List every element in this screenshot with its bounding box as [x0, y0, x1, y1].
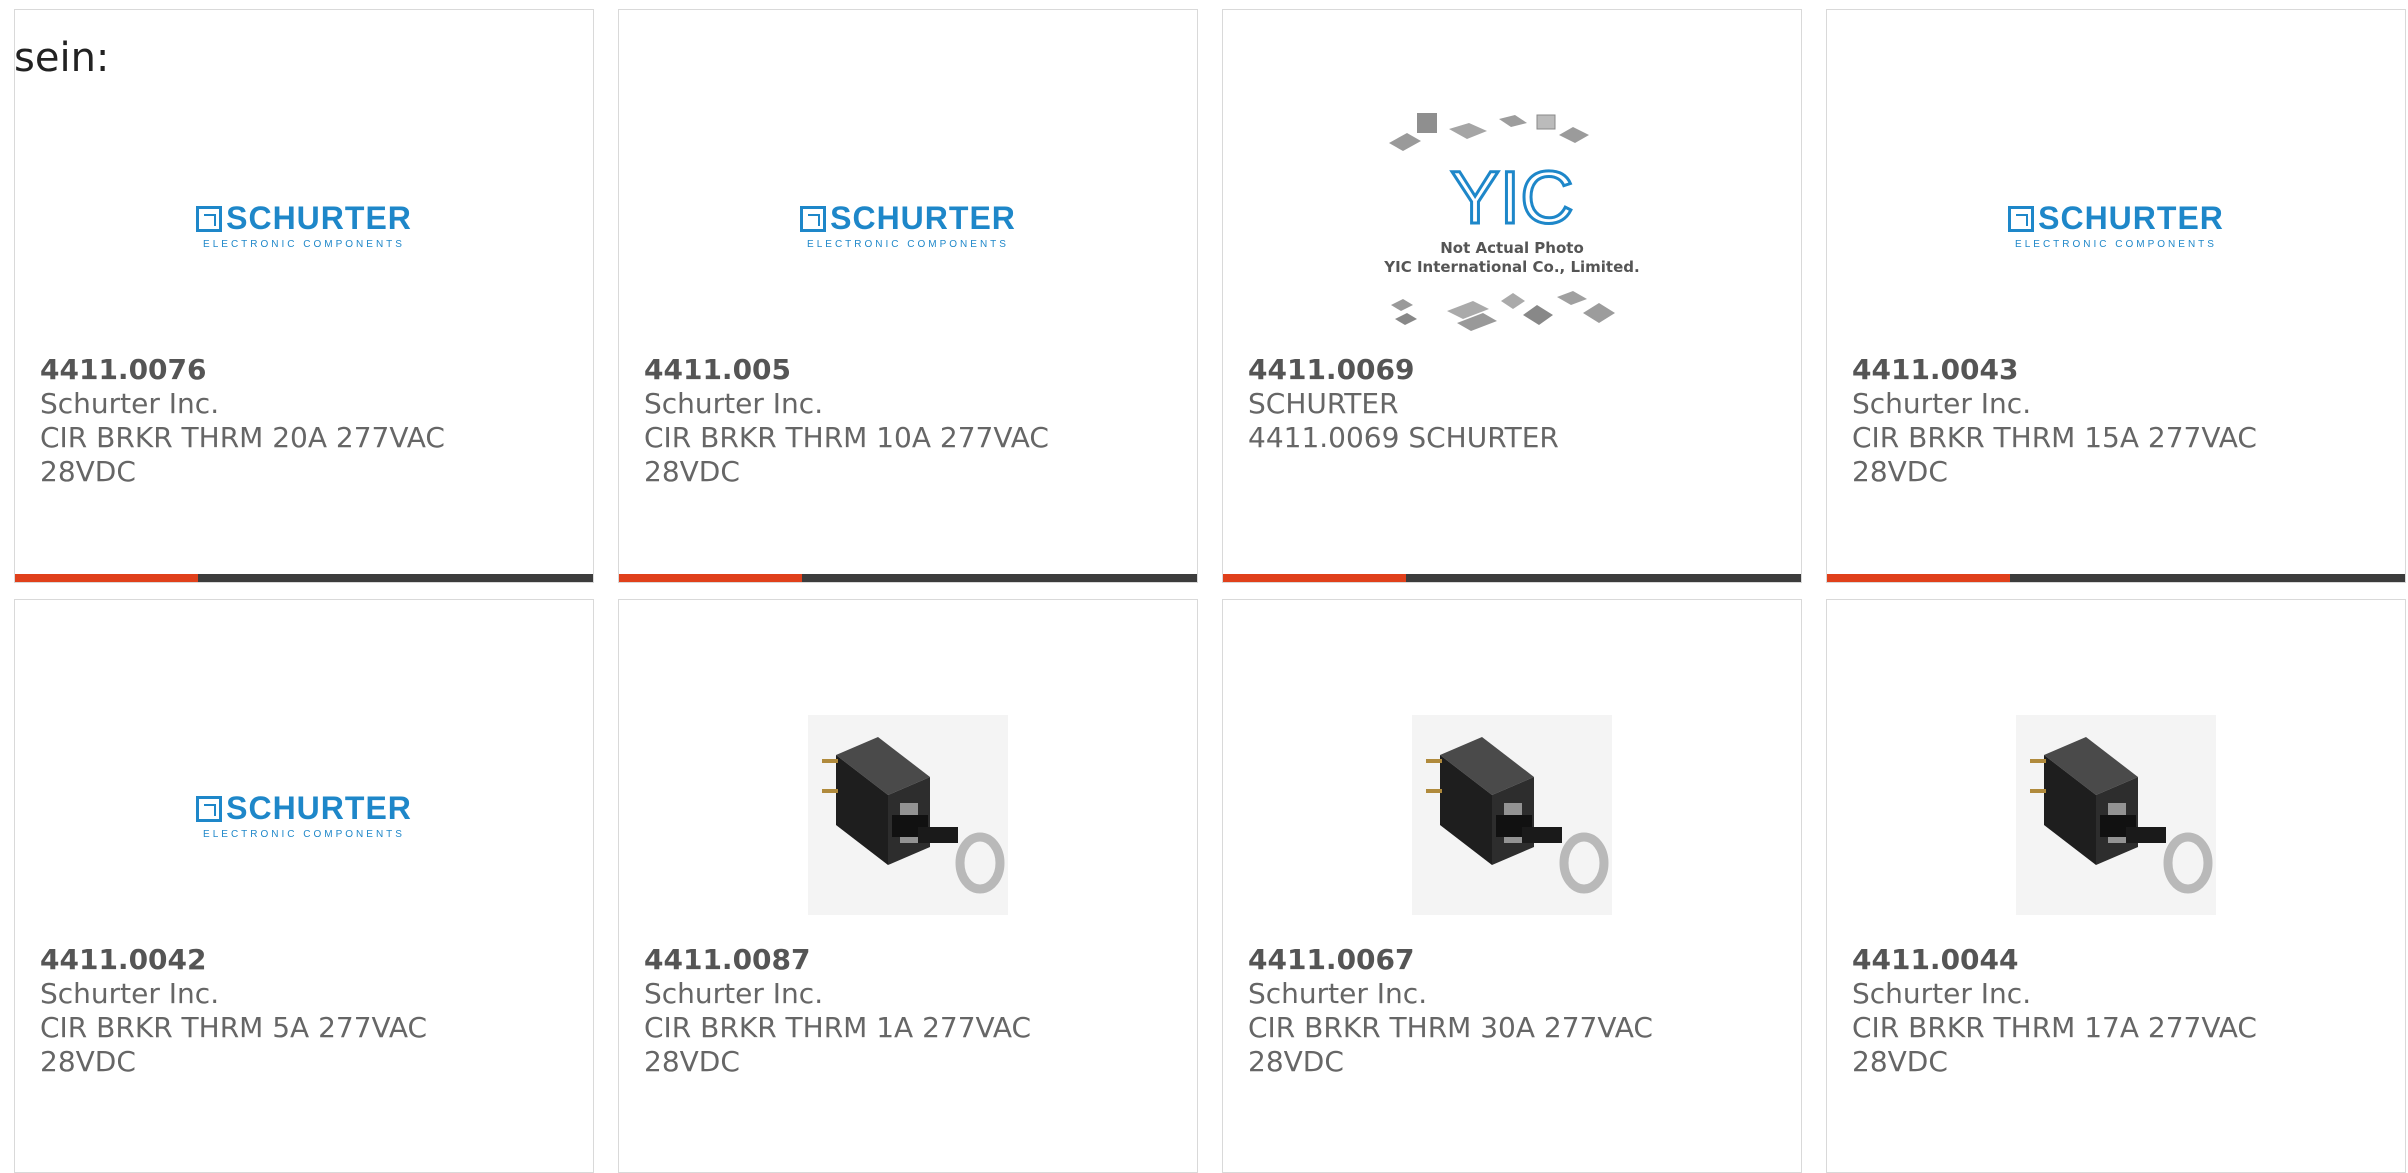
part-number[interactable]: 4411.0087	[644, 943, 1177, 977]
circuit-breaker-photo	[808, 715, 1008, 915]
schurter-mark-icon	[196, 205, 223, 232]
product-card[interactable]: SCHURTER ELECTRONIC COMPONENTS 4411.005 …	[618, 9, 1198, 583]
manufacturer: Schurter Inc.	[644, 977, 824, 1010]
part-number[interactable]: 4411.0067	[1248, 943, 1781, 977]
card-footer-bar	[619, 574, 1197, 582]
description-line2: 28VDC	[1852, 455, 1948, 488]
schurter-logo: SCHURTER ELECTRONIC COMPONENTS	[2008, 200, 2224, 250]
product-image[interactable]: SCHURTER ELECTRONIC COMPONENTS	[619, 90, 1197, 360]
description-line2: 28VDC	[40, 455, 136, 488]
product-card[interactable]: SCHURTER ELECTRONIC COMPONENTS 4411.0043…	[1826, 9, 2406, 583]
product-image[interactable]	[1827, 680, 2405, 950]
part-number[interactable]: 4411.005	[644, 353, 1177, 387]
description-line2: 28VDC	[644, 455, 740, 488]
manufacturer: Schurter Inc.	[1852, 387, 2032, 420]
description: CIR BRKR THRM 10A 277VAC	[644, 421, 1049, 454]
yic-placeholder-icon: YIC Not Actual Photo YIC International C…	[1383, 113, 1640, 331]
manufacturer: SCHURTER	[1248, 387, 1399, 420]
circuit-breaker-photo	[1412, 715, 1612, 915]
manufacturer: Schurter Inc.	[1852, 977, 2032, 1010]
manufacturer: Schurter Inc.	[40, 977, 220, 1010]
part-number[interactable]: 4411.0069	[1248, 353, 1781, 387]
product-card[interactable]: SCHURTER ELECTRONIC COMPONENTS 4411.0076…	[14, 9, 594, 583]
description: CIR BRKR THRM 15A 277VAC	[1852, 421, 2257, 454]
product-image[interactable]	[619, 680, 1197, 950]
circuit-breaker-icon	[1412, 715, 1612, 915]
description: 4411.0069 SCHURTER	[1248, 421, 1559, 454]
part-number[interactable]: 4411.0043	[1852, 353, 2385, 387]
description-line2: 28VDC	[644, 1045, 740, 1078]
circuit-breaker-icon	[808, 715, 1008, 915]
product-image[interactable]: SCHURTER ELECTRONIC COMPONENTS	[15, 90, 593, 360]
schurter-logo: SCHURTER ELECTRONIC COMPONENTS	[196, 790, 412, 840]
manufacturer: Schurter Inc.	[40, 387, 220, 420]
intro-text: sein:	[14, 35, 110, 81]
description: CIR BRKR THRM 30A 277VAC	[1248, 1011, 1653, 1044]
description: CIR BRKR THRM 20A 277VAC	[40, 421, 445, 454]
card-footer-bar	[15, 574, 593, 582]
product-card[interactable]: YIC Not Actual Photo YIC International C…	[1222, 9, 1802, 583]
manufacturer: Schurter Inc.	[644, 387, 824, 420]
card-footer-bar	[1827, 574, 2405, 582]
description-line2: 28VDC	[40, 1045, 136, 1078]
description-line2: 28VDC	[1852, 1045, 1948, 1078]
circuit-breaker-icon	[2016, 715, 2216, 915]
svg-text:Not Actual Photo: Not Actual Photo	[1440, 239, 1584, 257]
product-card[interactable]: 4411.0087 Schurter Inc. CIR BRKR THRM 1A…	[618, 599, 1198, 1173]
schurter-mark-icon	[800, 205, 827, 232]
part-number[interactable]: 4411.0042	[40, 943, 573, 977]
product-image[interactable]: SCHURTER ELECTRONIC COMPONENTS	[15, 680, 593, 950]
description-line2: 28VDC	[1248, 1045, 1344, 1078]
circuit-breaker-photo	[2016, 715, 2216, 915]
product-image[interactable]: YIC Not Actual Photo YIC International C…	[1223, 90, 1801, 360]
card-footer-bar	[1223, 574, 1801, 582]
part-number[interactable]: 4411.0044	[1852, 943, 2385, 977]
product-card[interactable]: SCHURTER ELECTRONIC COMPONENTS 4411.0042…	[14, 599, 594, 1173]
svg-text:YIC International Co., Limited: YIC International Co., Limited.	[1383, 258, 1639, 276]
description: CIR BRKR THRM 5A 277VAC	[40, 1011, 428, 1044]
schurter-mark-icon	[196, 795, 223, 822]
part-number[interactable]: 4411.0076	[40, 353, 573, 387]
schurter-logo: SCHURTER ELECTRONIC COMPONENTS	[196, 200, 412, 250]
product-image[interactable]	[1223, 680, 1801, 950]
product-card[interactable]: 4411.0067 Schurter Inc. CIR BRKR THRM 30…	[1222, 599, 1802, 1173]
product-grid: SCHURTER ELECTRONIC COMPONENTS 4411.0076…	[14, 9, 2406, 1173]
description: CIR BRKR THRM 1A 277VAC	[644, 1011, 1032, 1044]
manufacturer: Schurter Inc.	[1248, 977, 1428, 1010]
schurter-mark-icon	[2008, 205, 2035, 232]
not-actual-photo-image: YIC Not Actual Photo YIC International C…	[1377, 105, 1647, 345]
svg-text:YIC: YIC	[1450, 156, 1573, 239]
description: CIR BRKR THRM 17A 277VAC	[1852, 1011, 2257, 1044]
product-card[interactable]: 4411.0044 Schurter Inc. CIR BRKR THRM 17…	[1826, 599, 2406, 1173]
product-image[interactable]: SCHURTER ELECTRONIC COMPONENTS	[1827, 90, 2405, 360]
schurter-logo: SCHURTER ELECTRONIC COMPONENTS	[800, 200, 1016, 250]
